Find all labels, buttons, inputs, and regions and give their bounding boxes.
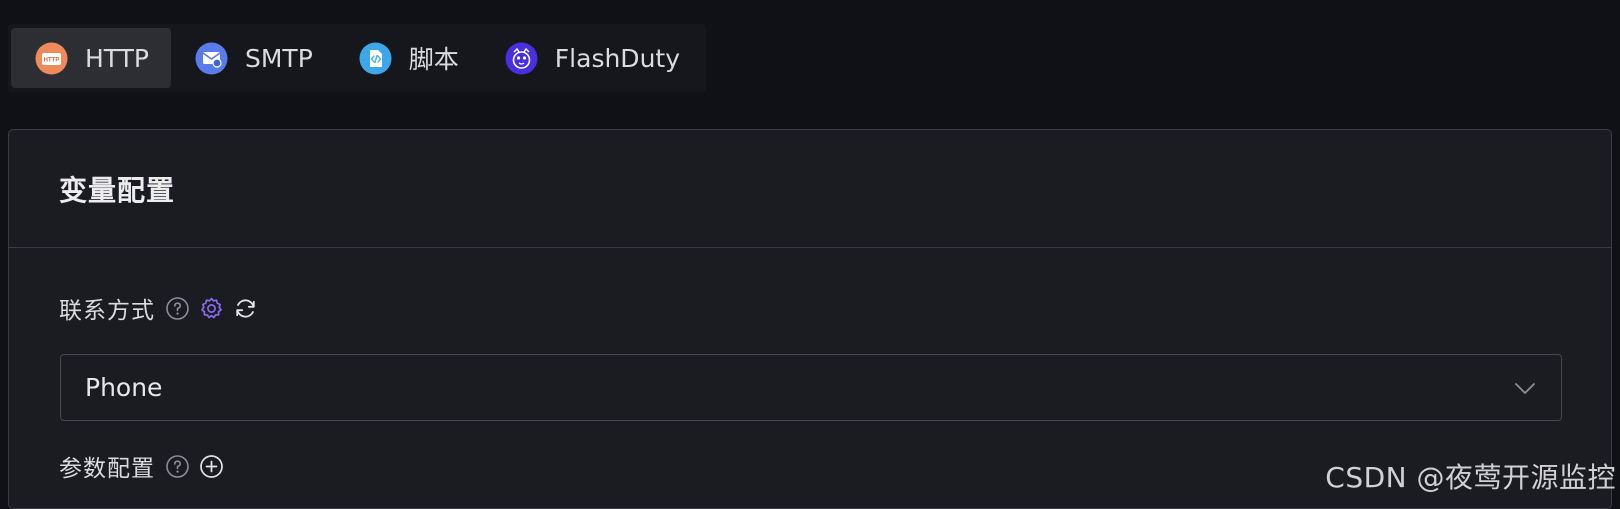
contact-method-value: Phone [85, 373, 163, 402]
tab-http[interactable]: HTTP HTTP [11, 28, 171, 88]
help-circle-icon[interactable] [165, 296, 190, 321]
variable-config-card: 变量配置 联系方式 Phone 参数配置 [8, 129, 1612, 509]
smtp-mail-icon [195, 42, 228, 75]
script-code-icon [359, 42, 392, 75]
gear-icon[interactable] [199, 296, 224, 321]
params-config-label-row: 参数配置 [59, 449, 233, 483]
chevron-down-icon [1513, 376, 1537, 400]
help-circle-icon[interactable] [165, 454, 190, 479]
tab-script-label: 脚本 [408, 45, 459, 74]
tab-smtp[interactable]: SMTP [171, 28, 335, 88]
watermark: CSDN @夜莺开源监控 [1325, 461, 1616, 494]
params-config-label: 参数配置 [59, 456, 155, 482]
contact-method-label-row: 联系方式 [59, 291, 267, 325]
card-header: 变量配置 [9, 130, 1611, 248]
notify-channel-tabs: HTTP HTTP SMTP 脚本 FlashDuty [8, 24, 706, 92]
contact-method-select[interactable]: Phone [60, 354, 1562, 421]
tab-flashduty[interactable]: FlashDuty [481, 28, 702, 88]
svg-text:HTTP: HTTP [44, 57, 60, 63]
plus-circle-icon[interactable] [199, 454, 224, 479]
tab-http-label: HTTP [85, 43, 149, 73]
refresh-icon[interactable] [233, 296, 258, 321]
http-icon: HTTP [35, 42, 68, 75]
tab-smtp-label: SMTP [244, 43, 313, 73]
flashduty-icon [505, 42, 538, 75]
card-title: 变量配置 [59, 173, 176, 207]
tab-script[interactable]: 脚本 [335, 28, 481, 88]
tab-flashduty-label: FlashDuty [554, 43, 681, 73]
contact-method-label: 联系方式 [59, 298, 155, 324]
